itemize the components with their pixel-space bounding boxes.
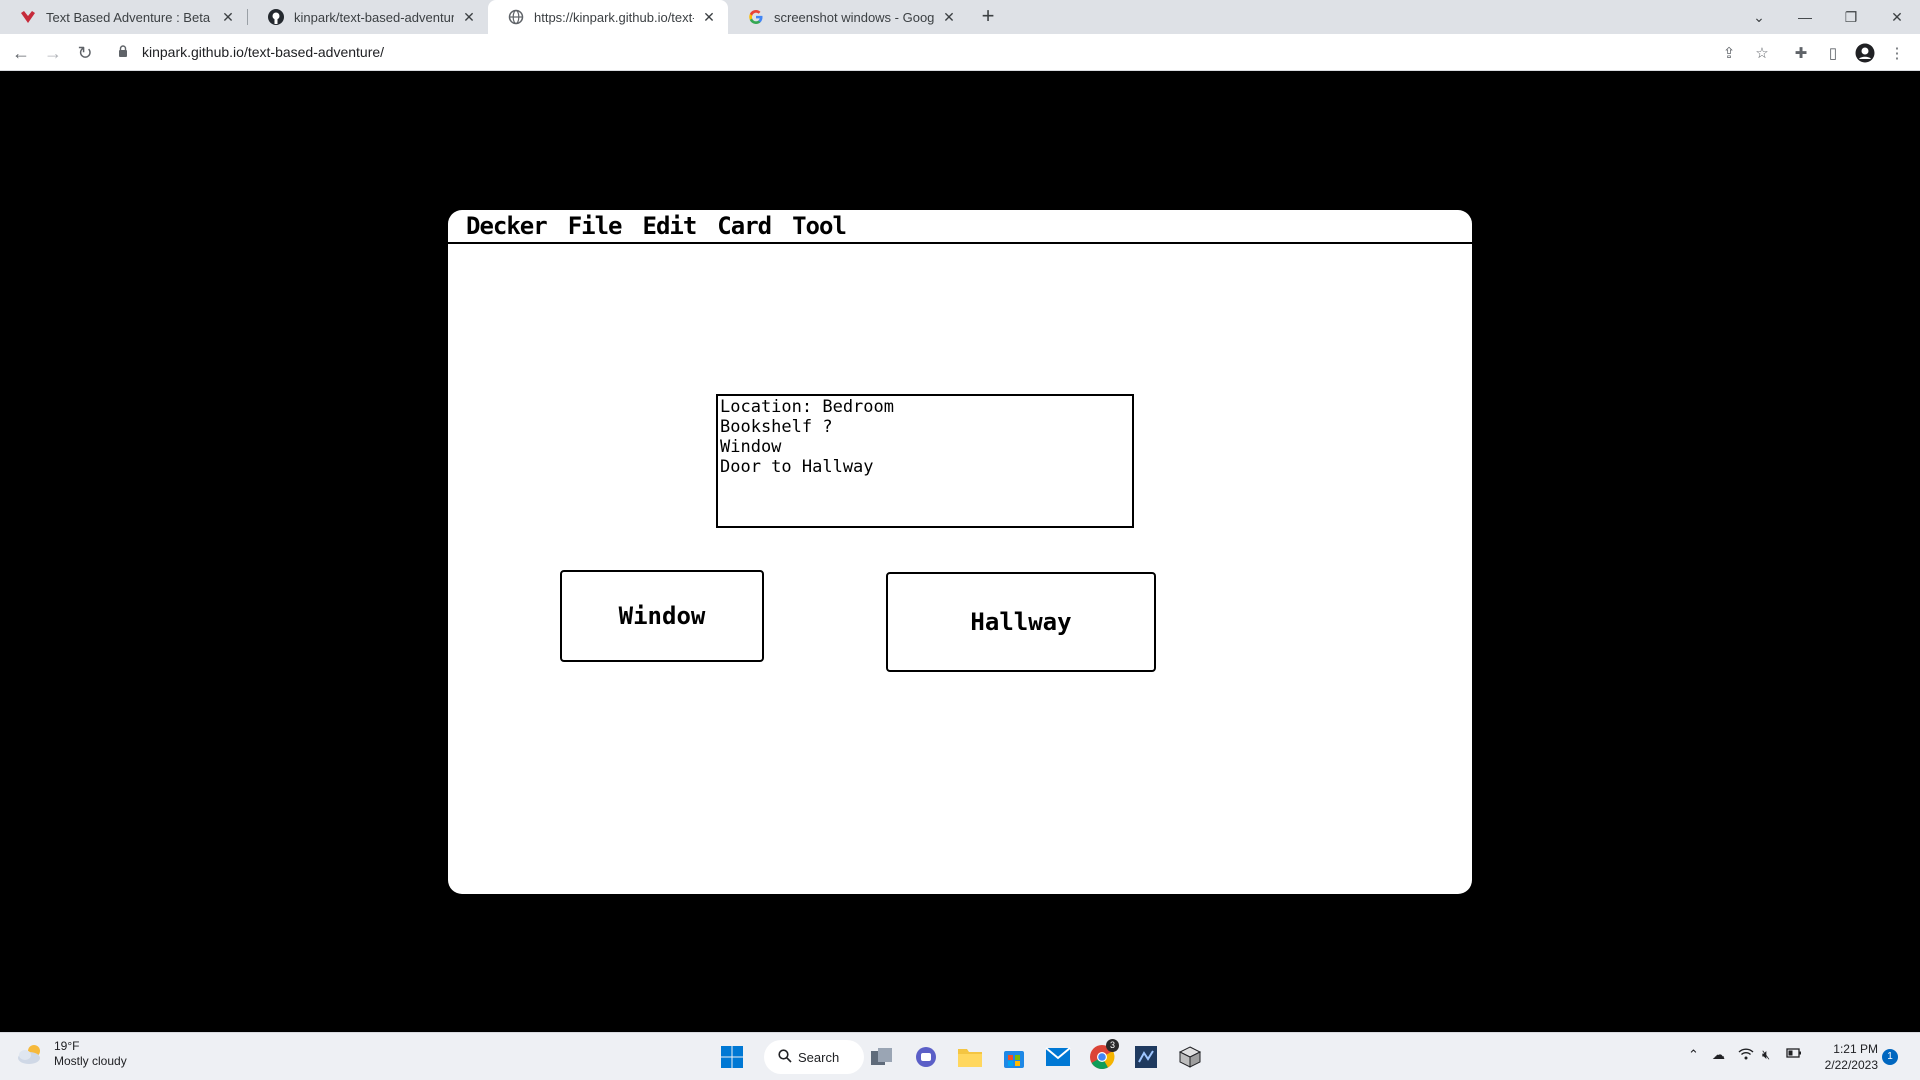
search-label: Search — [798, 1049, 840, 1065]
menu-decker[interactable]: Decker — [466, 212, 548, 240]
tab-search-icon[interactable]: ⌄ — [1736, 0, 1782, 34]
task-view-icon[interactable] — [866, 1041, 898, 1073]
browser-toolbar: ← → ↻ kinpark.github.io/text-based-adven… — [0, 34, 1920, 71]
side-panel-icon[interactable]: ▯ — [1820, 40, 1846, 66]
decker-app-icon[interactable] — [1174, 1041, 1206, 1073]
location-text-field: Location: Bedroom Bookshelf ? Window Doo… — [716, 394, 1134, 528]
globe-icon — [508, 9, 524, 25]
menu-file[interactable]: File — [568, 212, 623, 240]
onedrive-icon[interactable]: ☁ — [1712, 1047, 1725, 1063]
tab-title: screenshot windows - Google Se — [774, 9, 934, 25]
wifi-icon[interactable] — [1738, 1047, 1754, 1063]
tab-itchio[interactable]: Text Based Adventure : Beta Versi ✕ — [0, 0, 247, 34]
share-icon[interactable]: ⇪ — [1716, 40, 1742, 66]
url-text: kinpark.github.io/text-based-adventure/ — [142, 44, 385, 60]
menu-card[interactable]: Card — [717, 212, 772, 240]
github-icon — [268, 9, 284, 25]
back-icon[interactable]: ← — [8, 40, 34, 66]
restore-button[interactable]: ❐ — [1828, 0, 1874, 34]
google-icon — [748, 9, 764, 25]
profile-avatar-icon[interactable] — [1852, 40, 1878, 66]
itchio-icon — [20, 9, 36, 25]
forward-icon[interactable]: → — [40, 40, 66, 66]
search-icon — [778, 1048, 792, 1066]
menu-kebab-icon[interactable]: ⋮ — [1884, 40, 1910, 66]
minimize-button[interactable]: — — [1782, 0, 1828, 34]
show-hidden-icons-icon[interactable]: ⌃ — [1688, 1047, 1699, 1063]
system-clock[interactable]: 1:21 PM 2/22/2023 — [1810, 1041, 1878, 1073]
hallway-button[interactable]: Hallway — [886, 572, 1156, 672]
window-button[interactable]: Window — [560, 570, 764, 662]
taskbar-search[interactable]: Search — [764, 1040, 864, 1074]
field-line: Door to Hallway — [720, 457, 874, 477]
microsoft-store-icon[interactable] — [998, 1041, 1030, 1073]
new-tab-button[interactable]: + — [976, 5, 1000, 29]
mail-icon[interactable] — [1042, 1041, 1074, 1073]
reload-icon[interactable]: ↻ — [72, 40, 98, 66]
weather-desc: Mostly cloudy — [54, 1054, 127, 1068]
tab-google[interactable]: screenshot windows - Google Se ✕ — [728, 0, 968, 34]
lock-icon — [118, 44, 132, 60]
bookmark-star-icon[interactable]: ☆ — [1749, 40, 1775, 66]
chrome-badge: 3 — [1106, 1039, 1119, 1052]
volume-muted-icon[interactable]: 🔇︎ — [1762, 1047, 1770, 1063]
decker-menubar: Decker File Edit Card Tool — [448, 210, 1472, 244]
field-line: Bookshelf ? — [720, 417, 833, 437]
tab-active-page[interactable]: https://kinpark.github.io/text-bas ✕ — [488, 0, 728, 34]
weather-widget[interactable]: 19°F Mostly cloudy — [16, 1039, 127, 1069]
address-bar[interactable]: kinpark.github.io/text-based-adventure/ — [108, 38, 1788, 66]
code-editor-icon[interactable] — [1130, 1041, 1162, 1073]
notification-badge[interactable]: 1 — [1882, 1049, 1898, 1065]
file-explorer-icon[interactable] — [954, 1041, 986, 1073]
battery-icon[interactable] — [1786, 1047, 1802, 1062]
clock-time: 1:21 PM — [1833, 1042, 1878, 1056]
weather-temp: 19°F — [54, 1039, 80, 1053]
tab-title: https://kinpark.github.io/text-bas — [534, 9, 694, 25]
windows-taskbar: 19°F Mostly cloudy Search 3 ⌃ ☁ 🔇︎ 1:21 … — [0, 1032, 1920, 1080]
field-line: Window — [720, 437, 782, 457]
tab-title: Text Based Adventure : Beta Versi — [46, 9, 213, 25]
field-line: Location: Bedroom — [720, 397, 894, 417]
close-icon[interactable]: ✕ — [460, 8, 478, 26]
extensions-icon[interactable]: ✚ — [1788, 40, 1814, 66]
page-viewport: Decker File Edit Card Tool Location: Bed… — [0, 72, 1920, 1032]
tab-strip: Text Based Adventure : Beta Versi ✕ kinp… — [0, 0, 1920, 34]
chrome-icon[interactable]: 3 — [1086, 1039, 1119, 1073]
close-icon[interactable]: ✕ — [940, 8, 958, 26]
close-icon[interactable]: ✕ — [700, 8, 718, 26]
tab-title: kinpark/text-based-adventure — [294, 9, 454, 25]
menu-tool[interactable]: Tool — [792, 212, 847, 240]
menu-edit[interactable]: Edit — [643, 212, 698, 240]
clock-date: 2/22/2023 — [1824, 1058, 1878, 1072]
close-window-button[interactable]: ✕ — [1874, 0, 1920, 34]
cloudy-weather-icon — [16, 1042, 46, 1066]
decker-deck: Decker File Edit Card Tool Location: Bed… — [448, 210, 1472, 894]
close-icon[interactable]: ✕ — [219, 8, 237, 26]
tab-github[interactable]: kinpark/text-based-adventure ✕ — [248, 0, 488, 34]
windows-start-icon[interactable] — [716, 1041, 748, 1073]
chat-icon[interactable] — [910, 1041, 942, 1073]
